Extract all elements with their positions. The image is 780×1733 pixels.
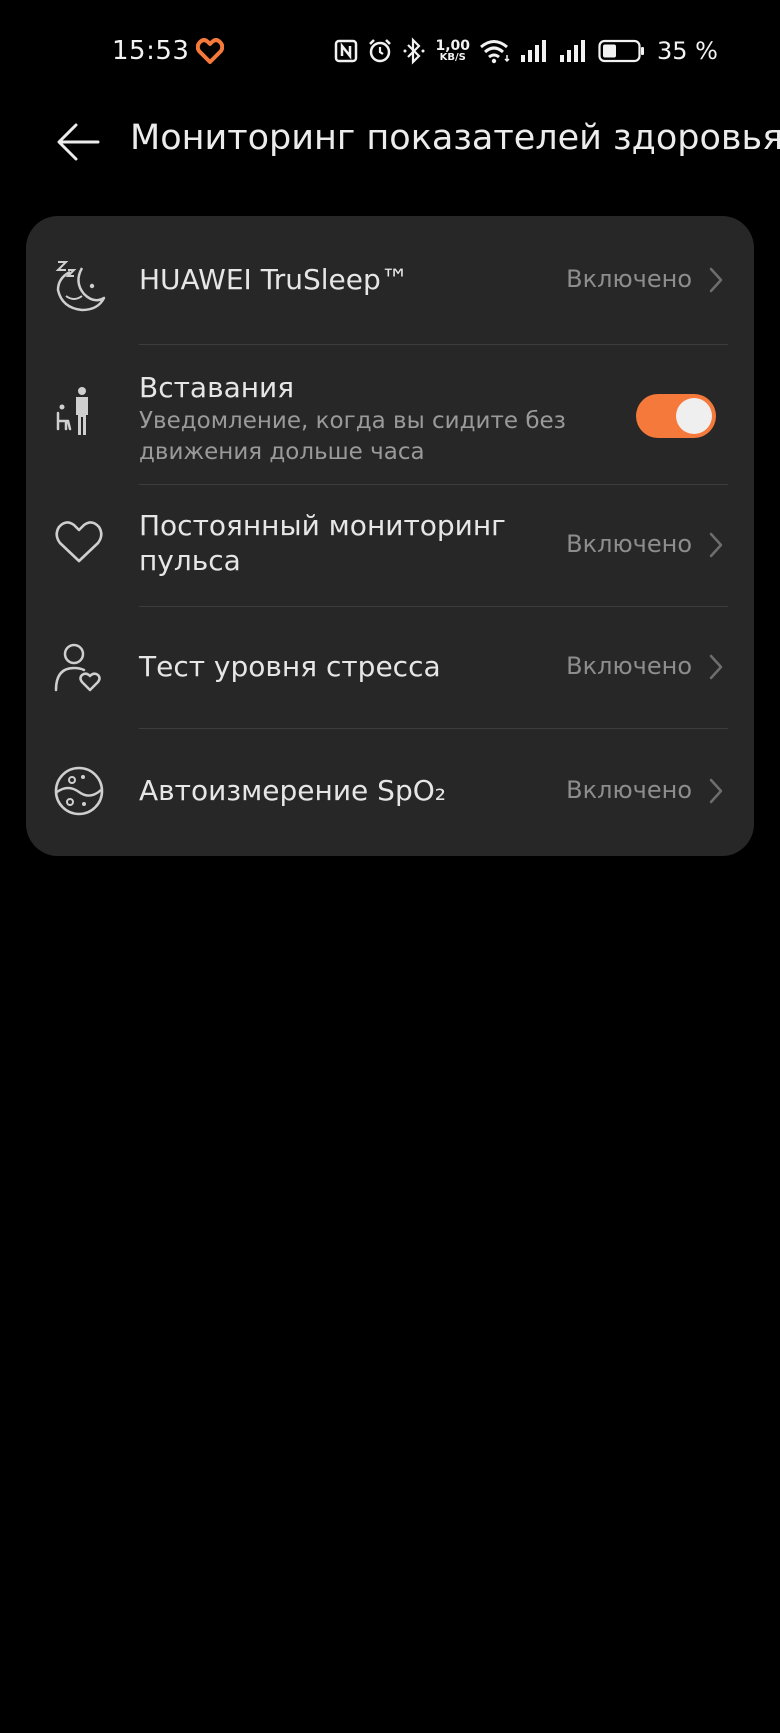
chevron-right-icon [709,267,723,293]
setting-title-line2: пульса [139,544,241,577]
chevron-right-icon [709,778,723,804]
signal-icon [560,40,586,62]
chevron-right-icon [709,532,723,558]
heart-icon [52,515,106,569]
setting-value: Включено [566,776,692,804]
battery-icon [598,39,645,63]
setting-value: Включено [566,265,692,293]
person-heart-icon [52,640,106,694]
status-bar: 15:53 1,00 KB/S 35 % [0,0,780,104]
stand-up-icon [52,385,106,439]
chevron-right-icon [709,654,723,680]
page-title: Мониторинг показателей здоровья [130,118,780,158]
network-speed-value: 1,00 [435,38,471,54]
wifi-icon [480,40,510,64]
setting-row-spo2[interactable]: Автоизмерение SpO₂ Включено [26,729,754,856]
nfc-icon [335,39,358,63]
network-speed: 1,00 KB/S [435,39,470,63]
toggle-knob [676,398,712,434]
sleep-moon-icon [52,258,106,312]
setting-title: HUAWEI TruSleep™ [139,263,409,296]
network-speed-unit: KB/S [439,52,466,63]
header: Мониторинг показателей здоровья [0,104,780,200]
setting-title-line1: Постоянный мониторинг [139,509,506,542]
settings-card: HUAWEI TruSleep™ Включено Вставания Увед… [26,216,754,856]
setting-row-stress[interactable]: Тест уровня стресса Включено [26,607,754,728]
status-icons: 1,00 KB/S 35 % [334,34,718,68]
setting-subtitle-line2: движения дольше часа [139,439,425,465]
status-time: 15:53 [112,36,190,66]
setting-row-trusleep[interactable]: HUAWEI TruSleep™ Включено [26,216,754,344]
setting-title: Автоизмерение SpO₂ [139,774,446,807]
setting-value: Включено [566,530,692,558]
setting-value: Включено [566,652,692,680]
setting-title: Вставания [139,371,295,404]
bluetooth-icon [403,37,425,65]
battery-percent: 35 % [657,37,718,65]
setting-title: Тест уровня стресса [139,650,441,683]
spo2-icon [52,764,106,818]
signal-icon [521,40,547,62]
standup-toggle[interactable] [636,394,716,438]
setting-subtitle-line1: Уведомление, когда вы сидите без [139,408,566,434]
alarm-icon [369,39,392,63]
back-arrow-icon[interactable] [52,116,104,168]
health-app-icon [196,38,224,64]
setting-row-heart-rate[interactable]: Постоянный мониторинг пульса Включено [26,485,754,606]
